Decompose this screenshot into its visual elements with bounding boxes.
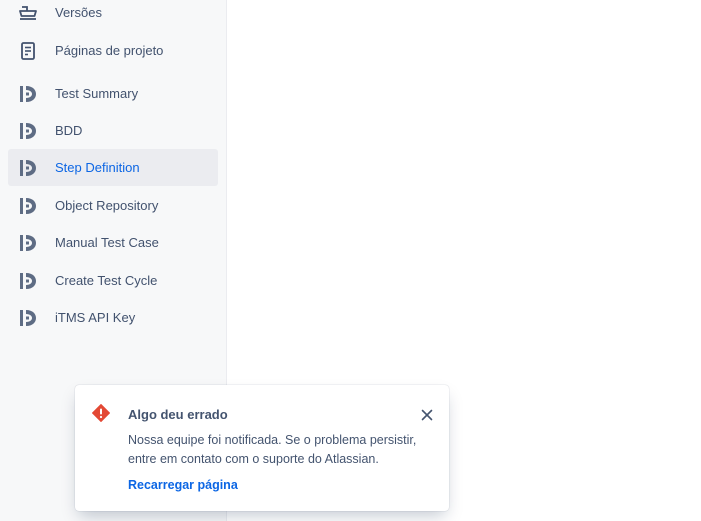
flag-description: Nossa equipe foi notificada. Se o proble…	[128, 433, 417, 466]
itms-app-icon	[16, 306, 40, 330]
sidebar-item-label: Object Repository	[55, 198, 159, 213]
sidebar-item-label: BDD	[55, 123, 83, 138]
itms-app-icon	[16, 194, 40, 218]
error-icon	[92, 404, 110, 422]
page-icon	[16, 39, 40, 63]
itms-app-icon	[16, 269, 40, 293]
itms-app-icon	[16, 82, 40, 106]
sidebar-item-versoes[interactable]: Versões	[8, 0, 218, 31]
sidebar-item-label: Versões	[55, 5, 102, 20]
itms-app-icon	[16, 156, 40, 180]
sidebar-item-label: Step Definition	[55, 160, 140, 175]
sidebar-item-label: Manual Test Case	[55, 235, 159, 250]
reload-page-link[interactable]: Recarregar página	[128, 478, 238, 492]
sidebar-item-label: iTMS API Key	[55, 310, 136, 325]
sidebar-item-create-test-cycle[interactable]: Create Test Cycle	[8, 262, 218, 299]
sidebar-item-label: Páginas de projeto	[55, 43, 164, 58]
sidebar-item-label: Create Test Cycle	[55, 273, 158, 288]
sidebar-item-manual-test-case[interactable]: Manual Test Case	[8, 224, 218, 261]
sidebar-item-paginas-de-projeto[interactable]: Páginas de projeto	[8, 32, 218, 69]
error-flag: Algo deu errado Nossa equipe foi notific…	[75, 385, 449, 511]
sidebar-item-step-definition[interactable]: Step Definition	[8, 149, 218, 186]
sidebar-item-object-repository[interactable]: Object Repository	[8, 187, 218, 224]
itms-app-icon	[16, 119, 40, 143]
ship-icon	[16, 1, 40, 25]
sidebar-item-itms-api-key[interactable]: iTMS API Key	[8, 299, 218, 336]
sidebar-item-test-summary[interactable]: Test Summary	[8, 75, 218, 112]
itms-app-icon	[16, 231, 40, 255]
sidebar-item-label: Test Summary	[55, 86, 139, 101]
flag-title: Algo deu errado	[128, 407, 228, 422]
sidebar-item-bdd[interactable]: BDD	[8, 112, 218, 149]
close-icon[interactable]	[419, 407, 435, 423]
